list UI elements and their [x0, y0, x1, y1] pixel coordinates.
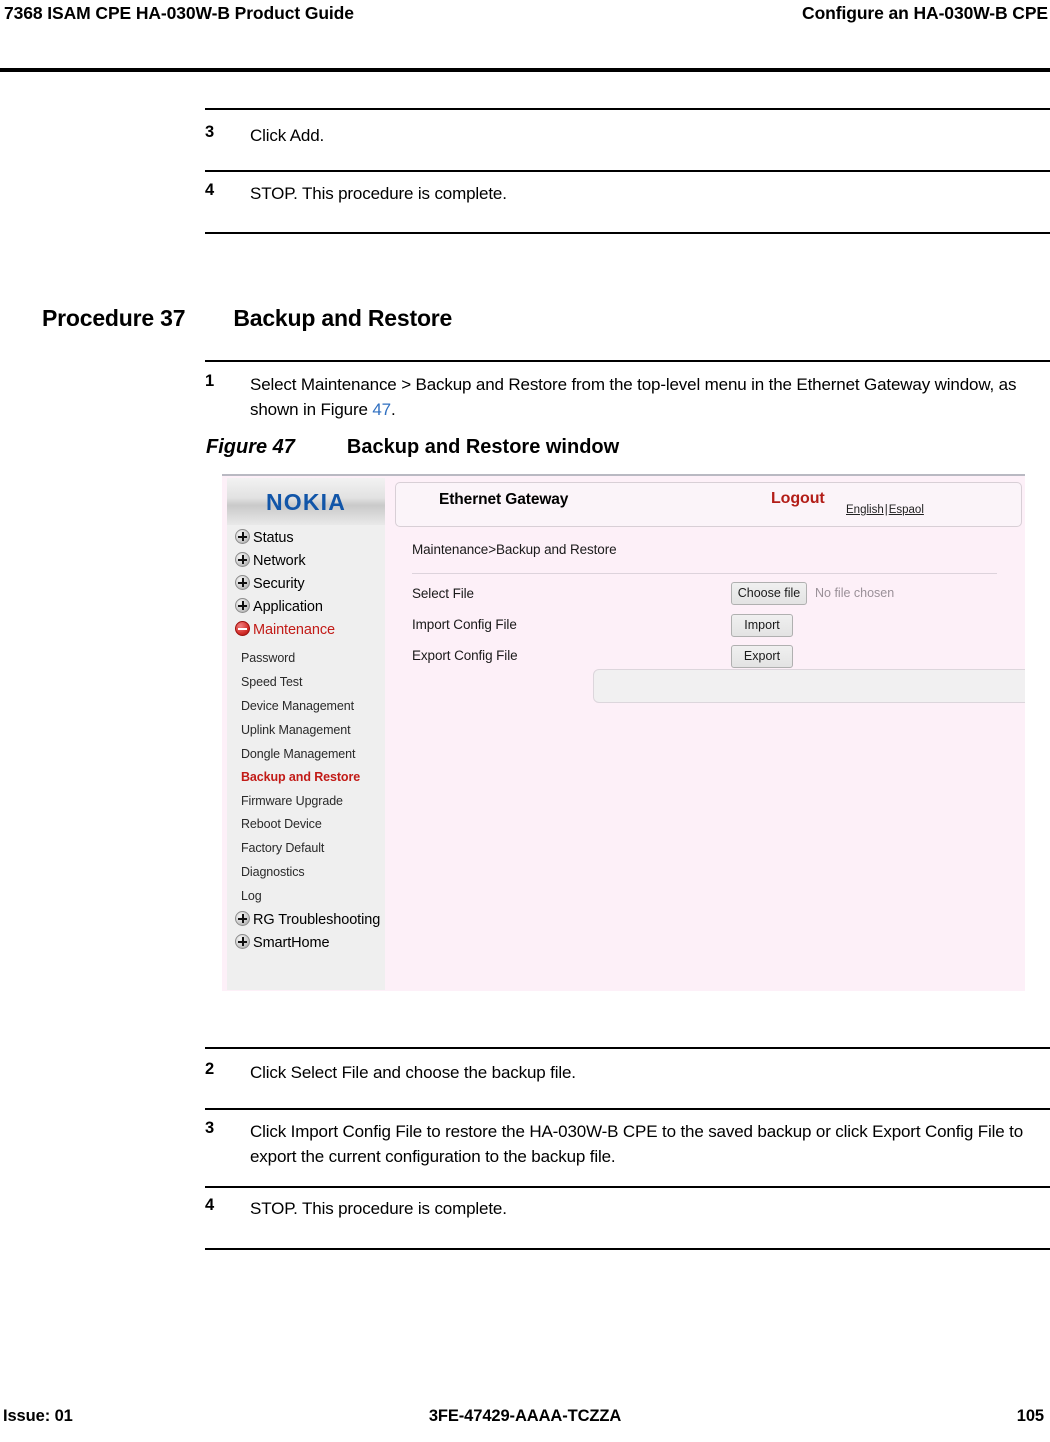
- step-rule: [205, 1248, 1050, 1250]
- sidebar-item-label: Status: [253, 530, 294, 546]
- import-config-label: Import Config File: [412, 617, 517, 632]
- procedure-heading: Procedure 37 Backup and Restore: [42, 305, 452, 332]
- step-rule: [205, 1047, 1050, 1049]
- sidebar-item-password[interactable]: Password: [241, 651, 295, 665]
- step-text-after: .: [390, 400, 396, 419]
- footer-page-number: 105: [1016, 1407, 1044, 1425]
- sidebar-item-label: RG Troubleshooting: [253, 912, 381, 928]
- plus-icon[interactable]: [235, 575, 250, 590]
- step-text: STOP. This procedure is complete.: [250, 184, 507, 203]
- sidebar-item-dongle-management[interactable]: Dongle Management: [241, 747, 355, 761]
- minus-icon[interactable]: [235, 621, 250, 636]
- step-number: 3: [205, 123, 215, 141]
- select-file-label: Select File: [412, 586, 474, 601]
- procedure-name: Backup and Restore: [233, 305, 453, 331]
- sidebar-item-device-management[interactable]: Device Management: [241, 699, 354, 713]
- sidebar-item-backup-and-restore[interactable]: Backup and Restore: [241, 770, 360, 784]
- page-footer: Issue: 01 3FE-47429-AAAA-TCZZA 105: [0, 1407, 1050, 1435]
- figure-label: Figure 47: [206, 436, 295, 458]
- sidebar-item-security[interactable]: Security: [235, 575, 305, 592]
- sidebar-item-status[interactable]: Status: [235, 529, 294, 546]
- plus-icon[interactable]: [235, 552, 250, 567]
- import-button[interactable]: Import: [731, 614, 793, 637]
- running-head-right: Configure an HA-030W-B CPE: [802, 3, 1048, 23]
- sidebar-item-label: Application: [253, 599, 323, 615]
- step-text: Select Maintenance > Backup and Restore …: [250, 372, 1050, 422]
- result-output-box[interactable]: [593, 669, 1025, 703]
- step-number: 3: [205, 1119, 215, 1137]
- sidebar-item-firmware-upgrade[interactable]: Firmware Upgrade: [241, 794, 343, 808]
- step-rule: [205, 360, 1050, 362]
- export-config-label: Export Config File: [412, 648, 518, 663]
- step-number: 4: [205, 1196, 215, 1214]
- step-rule: [205, 170, 1050, 172]
- figure-title: Backup and Restore window: [346, 436, 620, 458]
- language-switcher: English|Espaol: [846, 504, 924, 516]
- step-text-before: Select Maintenance > Backup and Restore …: [250, 375, 1017, 419]
- sidebar-item-speed-test[interactable]: Speed Test: [241, 675, 302, 689]
- sidebar-item-smarthome[interactable]: SmartHome: [235, 934, 330, 951]
- device-main-panel: Ethernet Gateway Logout English|Espaol M…: [385, 478, 1025, 990]
- step-text: Click Import Config File to restore the …: [250, 1122, 1024, 1166]
- header-divider-rule: [0, 68, 1050, 72]
- running-head-left: 7368 ISAM CPE HA-030W-B Product Guide: [4, 3, 354, 23]
- sidebar-item-label: Maintenance: [253, 622, 335, 638]
- language-link-espanol[interactable]: Espaol: [889, 504, 924, 516]
- step-rule: [205, 232, 1050, 234]
- step-text: Click Add.: [250, 126, 325, 145]
- plus-icon[interactable]: [235, 598, 250, 613]
- sidebar-item-label: Network: [253, 553, 306, 569]
- step-text: STOP. This procedure is complete.: [250, 1199, 507, 1218]
- step-rule: [205, 108, 1050, 110]
- choose-file-button[interactable]: Choose file: [731, 582, 807, 605]
- sidebar-item-diagnostics[interactable]: Diagnostics: [241, 865, 305, 879]
- step-number: 4: [205, 181, 215, 199]
- nokia-logo: NOKIA: [265, 489, 347, 515]
- step-text: Click Select File and choose the backup …: [250, 1063, 576, 1082]
- sidebar-item-label: SmartHome: [253, 935, 330, 951]
- no-file-chosen-text: No file chosen: [815, 586, 895, 600]
- logout-link[interactable]: Logout: [771, 490, 825, 508]
- language-link-english[interactable]: English: [846, 504, 884, 516]
- sidebar-item-log[interactable]: Log: [241, 889, 262, 903]
- step-number: 1: [205, 372, 215, 390]
- language-separator: |: [884, 504, 888, 516]
- page-running-head: 7368 ISAM CPE HA-030W-B Product Guide Co…: [0, 0, 1050, 70]
- figure-image-backup-and-restore-window: NOKIA Status Network Security Applicatio…: [222, 474, 1025, 991]
- sidebar-item-maintenance[interactable]: Maintenance: [235, 621, 335, 638]
- gateway-title: Ethernet Gateway: [439, 491, 569, 508]
- form-row-select-file: Select File Choose file No file chosen: [385, 582, 1025, 612]
- sidebar-item-label: Security: [253, 576, 305, 592]
- step-rule: [205, 1186, 1050, 1188]
- sidebar-item-network[interactable]: Network: [235, 552, 306, 569]
- plus-icon[interactable]: [235, 934, 250, 949]
- device-sidebar: Status Network Security Application Main…: [227, 525, 385, 990]
- figure-caption: Figure 47 Backup and Restore window: [206, 436, 619, 459]
- sidebar-item-rg-troubleshooting[interactable]: RG Troubleshooting: [235, 911, 380, 928]
- procedure-label: Procedure 37: [42, 305, 186, 331]
- sidebar-item-factory-default[interactable]: Factory Default: [241, 841, 324, 855]
- form-row-import-config: Import Config File Import: [385, 614, 1025, 643]
- window-top-border: [222, 474, 1025, 476]
- plus-icon[interactable]: [235, 529, 250, 544]
- breadcrumb-divider: [412, 573, 997, 574]
- footer-document-id: 3FE-47429-AAAA-TCZZA: [428, 1407, 622, 1425]
- step-rule: [205, 1108, 1050, 1110]
- export-button[interactable]: Export: [731, 645, 793, 668]
- figure-cross-reference[interactable]: 47: [372, 400, 391, 419]
- sidebar-item-uplink-management[interactable]: Uplink Management: [241, 723, 351, 737]
- sidebar-item-reboot-device[interactable]: Reboot Device: [241, 817, 322, 831]
- sidebar-item-application[interactable]: Application: [235, 598, 323, 615]
- breadcrumb: Maintenance>Backup and Restore: [412, 542, 617, 557]
- plus-icon[interactable]: [235, 911, 250, 926]
- step-number: 2: [205, 1060, 215, 1078]
- brand-logo-bar: NOKIA: [227, 478, 385, 526]
